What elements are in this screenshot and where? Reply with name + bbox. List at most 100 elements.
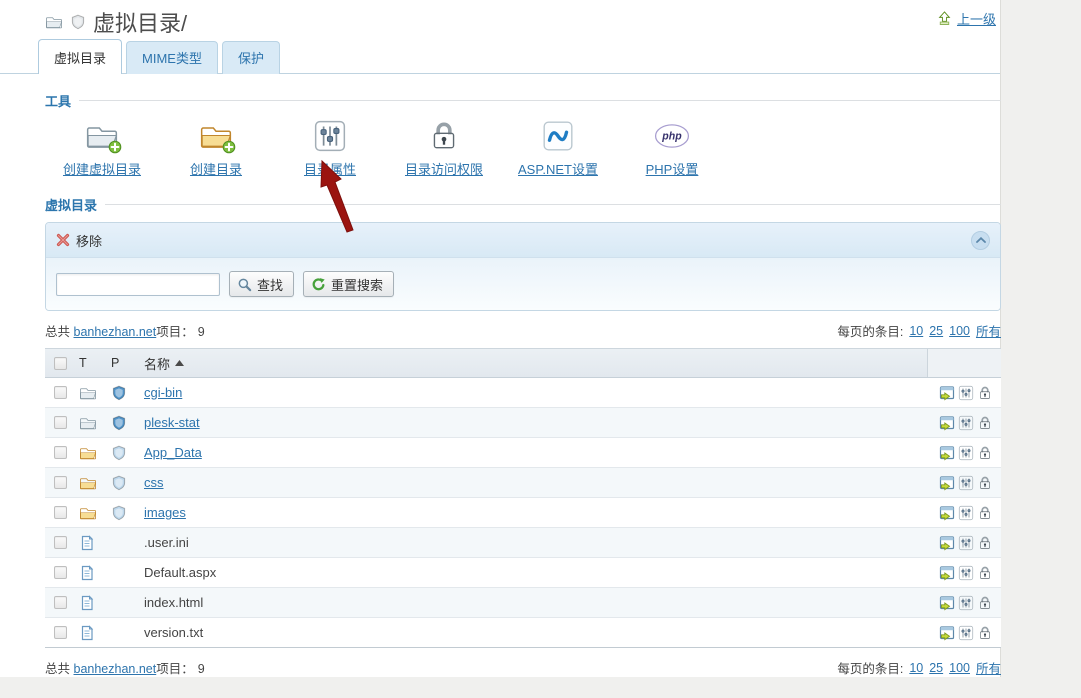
col-name[interactable]: 名称: [144, 349, 927, 377]
table-row: Default.aspx: [45, 558, 1001, 588]
directory-properties-icon[interactable]: [958, 445, 974, 461]
tool-label[interactable]: 创建目录: [190, 159, 242, 178]
per-page-25[interactable]: 25: [929, 661, 943, 675]
reset-icon: [311, 277, 326, 292]
open-in-window-icon[interactable]: [939, 535, 955, 551]
access-permissions-icon[interactable]: [977, 415, 993, 431]
tool-directory-access-permissions[interactable]: 目录访问权限: [387, 118, 501, 178]
directory-icon: [79, 504, 97, 522]
tools-section-title: 工具: [45, 91, 71, 110]
tab-protection[interactable]: 保护: [222, 41, 280, 74]
item-link[interactable]: cgi-bin: [144, 385, 182, 400]
col-protection[interactable]: P: [111, 349, 144, 377]
file-icon: [79, 595, 95, 611]
per-page-all[interactable]: 所有: [976, 658, 1001, 677]
tab-mime-types[interactable]: MIME类型: [126, 41, 218, 74]
items-total: 总共 banhezhan.net项目：9: [45, 321, 205, 340]
domain-link[interactable]: banhezhan.net: [74, 325, 157, 339]
tool-directory-properties[interactable]: 目录属性: [273, 118, 387, 178]
up-level-link[interactable]: 上一级: [957, 9, 996, 28]
per-page-all[interactable]: 所有: [976, 321, 1001, 340]
open-in-window-icon[interactable]: [939, 625, 955, 641]
tool-aspnet-settings[interactable]: ASP.NET设置: [501, 118, 615, 178]
row-checkbox[interactable]: [54, 446, 67, 459]
protection-shield-icon: [111, 475, 127, 491]
row-checkbox[interactable]: [54, 566, 67, 579]
directory-properties-icon[interactable]: [958, 505, 974, 521]
directory-properties-icon[interactable]: [958, 565, 974, 581]
tab-virtual-directory[interactable]: 虚拟目录: [38, 39, 122, 74]
per-page-100[interactable]: 100: [949, 324, 970, 338]
item-name: .user.ini: [144, 535, 189, 550]
tool-label[interactable]: 创建虚拟目录: [63, 159, 141, 178]
table-row: index.html: [45, 588, 1001, 618]
row-checkbox[interactable]: [54, 386, 67, 399]
table-row: .user.ini: [45, 528, 1001, 558]
open-in-window-icon[interactable]: [939, 565, 955, 581]
collapse-button[interactable]: [971, 231, 990, 250]
reset-search-button[interactable]: 重置搜索: [303, 271, 394, 297]
directory-icon: [79, 444, 97, 462]
open-in-window-icon[interactable]: [939, 595, 955, 611]
php-settings-icon: [654, 118, 690, 154]
directory-properties-icon[interactable]: [958, 475, 974, 491]
item-link[interactable]: plesk-stat: [144, 415, 200, 430]
tab-bar: 虚拟目录 MIME类型 保护: [0, 43, 1000, 74]
per-page-10[interactable]: 10: [909, 661, 923, 675]
per-page-10[interactable]: 10: [909, 324, 923, 338]
item-link[interactable]: App_Data: [144, 445, 202, 460]
item-link[interactable]: css: [144, 475, 164, 490]
item-link[interactable]: images: [144, 505, 186, 520]
access-permissions-icon[interactable]: [977, 595, 993, 611]
access-permissions-icon[interactable]: [977, 445, 993, 461]
access-permissions-icon[interactable]: [977, 625, 993, 641]
select-all-checkbox[interactable]: [54, 357, 67, 370]
per-page-25[interactable]: 25: [929, 324, 943, 338]
col-type[interactable]: T: [79, 349, 111, 377]
directory-properties-icon[interactable]: [958, 385, 974, 401]
tool-label[interactable]: ASP.NET设置: [518, 159, 598, 178]
open-in-window-icon[interactable]: [939, 475, 955, 491]
tool-create-virtual-directory[interactable]: 创建虚拟目录: [45, 118, 159, 178]
tool-label[interactable]: 目录访问权限: [405, 159, 483, 178]
open-in-window-icon[interactable]: [939, 385, 955, 401]
up-level[interactable]: 上一级: [937, 9, 996, 28]
per-page-100[interactable]: 100: [949, 661, 970, 675]
per-page-selector: 每页的条目: 10 25 100 所有: [837, 658, 1001, 677]
content-pane: 虚拟目录/ 上一级 虚拟目录 MIME类型 保护 工具 创建虚拟目录: [0, 0, 1001, 677]
up-arrow-icon: [937, 11, 952, 26]
row-checkbox[interactable]: [54, 476, 67, 489]
domain-link[interactable]: banhezhan.net: [74, 662, 157, 676]
row-checkbox[interactable]: [54, 596, 67, 609]
search-input[interactable]: [56, 273, 220, 296]
tool-label[interactable]: 目录属性: [304, 159, 356, 178]
row-checkbox[interactable]: [54, 506, 67, 519]
directory-properties-icon[interactable]: [958, 415, 974, 431]
file-icon: [79, 565, 95, 581]
access-permissions-icon[interactable]: [977, 475, 993, 491]
divider: [105, 204, 1001, 205]
access-permissions-icon[interactable]: [977, 565, 993, 581]
directory-properties-icon[interactable]: [958, 595, 974, 611]
table-row: cgi-bin: [45, 378, 1001, 408]
find-button[interactable]: 查找: [229, 271, 294, 297]
tool-php-settings[interactable]: PHP设置: [615, 118, 729, 178]
access-permissions-icon[interactable]: [977, 535, 993, 551]
tools-row: 创建虚拟目录 创建目录 目录属性 目录访问权限: [45, 118, 1001, 178]
tool-create-directory[interactable]: 创建目录: [159, 118, 273, 178]
directory-properties-icon[interactable]: [958, 625, 974, 641]
open-in-window-icon[interactable]: [939, 415, 955, 431]
directory-properties-icon[interactable]: [958, 535, 974, 551]
row-checkbox[interactable]: [54, 416, 67, 429]
tool-label[interactable]: PHP设置: [646, 159, 699, 178]
protection-shield-icon: [111, 415, 127, 431]
open-in-window-icon[interactable]: [939, 505, 955, 521]
access-permissions-icon[interactable]: [977, 505, 993, 521]
file-icon: [79, 625, 95, 641]
access-permissions-icon[interactable]: [977, 385, 993, 401]
row-checkbox[interactable]: [54, 536, 67, 549]
row-checkbox[interactable]: [54, 626, 67, 639]
open-in-window-icon[interactable]: [939, 445, 955, 461]
remove-button[interactable]: 移除: [56, 231, 102, 250]
protection-shield-icon: [111, 445, 127, 461]
